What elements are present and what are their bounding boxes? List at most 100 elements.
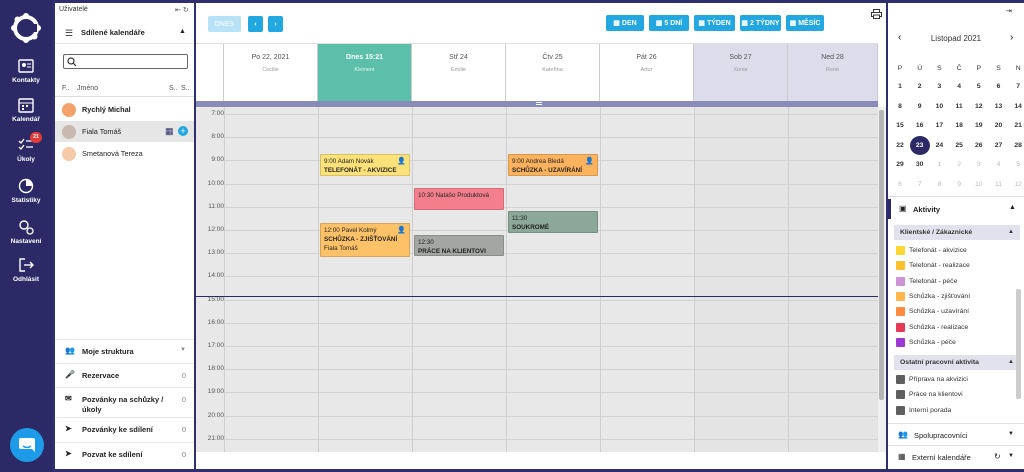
legend-item[interactable]: Telefonát - realizace bbox=[888, 258, 1024, 273]
minical-day[interactable]: 1 bbox=[929, 155, 949, 174]
scrollbar-thumb[interactable] bbox=[879, 110, 884, 400]
view-button-4[interactable]: ▦ MĚSÍC bbox=[786, 15, 824, 31]
day-header[interactable]: Ned 28 René bbox=[788, 44, 878, 101]
minical-day[interactable]: 4 bbox=[949, 77, 969, 96]
time-grid[interactable]: 7:00 8:00 9:00 10:00 11:00 12:00 13:00 14:00 15:… bbox=[196, 107, 879, 452]
col-s2[interactable]: S.. bbox=[181, 85, 190, 92]
chat-button[interactable] bbox=[10, 428, 44, 462]
minical-day[interactable]: 8 bbox=[890, 97, 910, 116]
collapse-icon[interactable]: ⇤ bbox=[175, 7, 181, 14]
minical-day[interactable]: 7 bbox=[1008, 77, 1024, 96]
day-header[interactable]: Čtv 25 Kateřina bbox=[506, 44, 600, 101]
legend-item[interactable]: Schůzka - realizace bbox=[888, 320, 1024, 335]
minical-day[interactable]: 14 bbox=[1008, 97, 1024, 116]
minical-day[interactable]: 2 bbox=[910, 77, 930, 96]
day-header[interactable]: Stř 24 Emilie bbox=[412, 44, 506, 101]
minical-day[interactable]: 13 bbox=[989, 97, 1009, 116]
minical-day[interactable]: 29 bbox=[890, 155, 910, 174]
minical-day[interactable]: 17 bbox=[929, 116, 949, 135]
minical-day[interactable]: 15 bbox=[890, 116, 910, 135]
col-s1[interactable]: S.. bbox=[169, 85, 178, 92]
minical-day[interactable]: 9 bbox=[910, 97, 930, 116]
legend-item[interactable]: Interní porada bbox=[888, 403, 1024, 418]
bottom-row-2[interactable]: ✉ Pozvánky na schůzky / úkoly 0 bbox=[55, 387, 194, 417]
minical-day[interactable]: 4 bbox=[989, 155, 1009, 174]
collapse-right-icon[interactable]: ⇥ bbox=[1006, 7, 1012, 15]
col-name[interactable]: Jméno bbox=[77, 85, 98, 92]
minical-day[interactable]: 22 bbox=[890, 136, 910, 155]
minical-day[interactable]: 26 bbox=[969, 136, 989, 155]
minical-day[interactable]: 10 bbox=[929, 97, 949, 116]
user-row[interactable]: Rychlý Michal bbox=[55, 99, 194, 120]
minical-day[interactable]: 7 bbox=[910, 175, 930, 194]
minical-day[interactable]: 1 bbox=[890, 77, 910, 96]
collaborators-row[interactable]: 👥 Spolupracovníci ▼ bbox=[888, 423, 1024, 445]
rail-item-odhlásit[interactable]: Odhlásit bbox=[0, 256, 52, 283]
minical-day[interactable]: 11 bbox=[989, 175, 1009, 194]
refresh-icon[interactable]: ↻ bbox=[994, 452, 1001, 461]
app-logo-icon[interactable] bbox=[10, 12, 42, 44]
add-user-icon[interactable]: + bbox=[178, 126, 188, 136]
day-header[interactable]: Dnes 15:21 Klement bbox=[318, 44, 412, 101]
minical-day[interactable]: 30 bbox=[910, 155, 930, 174]
calendar-event[interactable]: 9:00 Adam Novák TELEFONÁT - AKVIZICE 👤 bbox=[320, 154, 410, 176]
bottom-row-4[interactable]: ➤ Pozvat ke sdílení 0 bbox=[55, 442, 194, 466]
calendar-event[interactable]: 9:00 Andrea Bledá SCHŮZKA - UZAVÍRÁNÍ 👤 bbox=[508, 154, 598, 176]
rail-item-kontakty[interactable]: Kontakty bbox=[0, 57, 52, 84]
minical-day[interactable]: 5 bbox=[1008, 155, 1024, 174]
calendar-event[interactable]: 11:30 SOUKROMÉ bbox=[508, 211, 598, 233]
view-button-2[interactable]: ▦ TÝDEN bbox=[694, 15, 735, 31]
calendar-event[interactable]: 12:30 PRÁCE NA KLIENTOVI bbox=[414, 235, 504, 256]
col-f[interactable]: F.. bbox=[62, 85, 69, 92]
legend-scrollbar[interactable] bbox=[1016, 289, 1021, 399]
minical-day[interactable]: 27 bbox=[989, 136, 1009, 155]
legend-item[interactable]: Schůzka - uzavírání bbox=[888, 304, 1024, 319]
view-button-0[interactable]: ▦ DEN bbox=[606, 15, 644, 31]
shared-calendars-toggle[interactable]: ☰ Sdílené kalendáře ▲ bbox=[55, 20, 194, 44]
user-calendar-icon[interactable]: ▦ bbox=[165, 126, 174, 137]
view-button-1[interactable]: ▦ 5 DNÍ bbox=[649, 15, 689, 31]
print-icon[interactable] bbox=[871, 9, 882, 19]
legend-item[interactable]: Práce na klientovi bbox=[888, 387, 1024, 402]
bottom-row-3[interactable]: ➤ Pozvánky ke sdílení 0 bbox=[55, 417, 194, 441]
day-header[interactable]: Sob 27 Xenie bbox=[694, 44, 788, 101]
calendar-event[interactable]: 10:30 Natašo Produktová bbox=[414, 188, 504, 210]
other-section-header[interactable]: Ostatní pracovní aktivita ▲ bbox=[894, 355, 1020, 370]
minical-day[interactable]: 28 bbox=[1008, 136, 1024, 155]
user-row[interactable]: Fiala Tomáš ▦ + bbox=[55, 121, 194, 142]
refresh-icon[interactable]: ↻ bbox=[183, 7, 189, 14]
minical-day[interactable]: 9 bbox=[949, 175, 969, 194]
month-prev-icon[interactable]: ‹ bbox=[898, 32, 901, 43]
prev-button[interactable]: ‹ bbox=[248, 16, 263, 32]
minical-day[interactable]: 10 bbox=[969, 175, 989, 194]
today-button[interactable]: DNES bbox=[208, 16, 241, 32]
minical-day[interactable]: 5 bbox=[969, 77, 989, 96]
minical-day[interactable]: 3 bbox=[929, 77, 949, 96]
bottom-row-1[interactable]: 🎤 Rezervace 0 bbox=[55, 363, 194, 387]
minical-day[interactable]: 24 bbox=[929, 136, 949, 155]
user-row[interactable]: Smetanová Tereza bbox=[55, 143, 194, 164]
minical-day[interactable]: 25 bbox=[949, 136, 969, 155]
next-button[interactable]: › bbox=[268, 16, 283, 32]
legend-item[interactable]: Schůzka - péče bbox=[888, 335, 1024, 350]
legend-item[interactable]: Telefonát - péče bbox=[888, 274, 1024, 289]
day-header[interactable]: Pát 26 Artur bbox=[600, 44, 694, 101]
minical-day[interactable]: 2 bbox=[949, 155, 969, 174]
minical-day[interactable]: 18 bbox=[949, 116, 969, 135]
client-section-header[interactable]: Klientské / Zákaznické ▲ bbox=[894, 225, 1020, 240]
rail-item-nastavení[interactable]: Nastavení bbox=[0, 218, 52, 245]
rail-item-kalendář[interactable]: Kalendář bbox=[0, 96, 52, 123]
minical-day[interactable]: 21 bbox=[1008, 116, 1024, 135]
bottom-row-0[interactable]: 👥 Moje struktura ▼ bbox=[55, 339, 194, 363]
day-header[interactable]: Po 22, 2021 Cecilie bbox=[224, 44, 318, 101]
month-next-icon[interactable]: › bbox=[1010, 32, 1013, 43]
minical-day[interactable]: 12 bbox=[1008, 175, 1024, 194]
legend-item[interactable]: Schůzka - zjišťování bbox=[888, 289, 1024, 304]
minical-day[interactable]: 12 bbox=[969, 97, 989, 116]
calendar-event[interactable]: 12:00 Pavel Kolmý SCHŮZKA - ZJIŠŤOVÁNÍ Fia… bbox=[320, 223, 410, 257]
minical-day[interactable]: 8 bbox=[929, 175, 949, 194]
legend-item[interactable]: Telefonát - akvizice bbox=[888, 243, 1024, 258]
activities-header[interactable]: ▣ Aktivity ▲ bbox=[888, 199, 1024, 219]
rail-item-statistiky[interactable]: Statistiky bbox=[0, 177, 52, 204]
vertical-scrollbar[interactable] bbox=[878, 107, 886, 452]
